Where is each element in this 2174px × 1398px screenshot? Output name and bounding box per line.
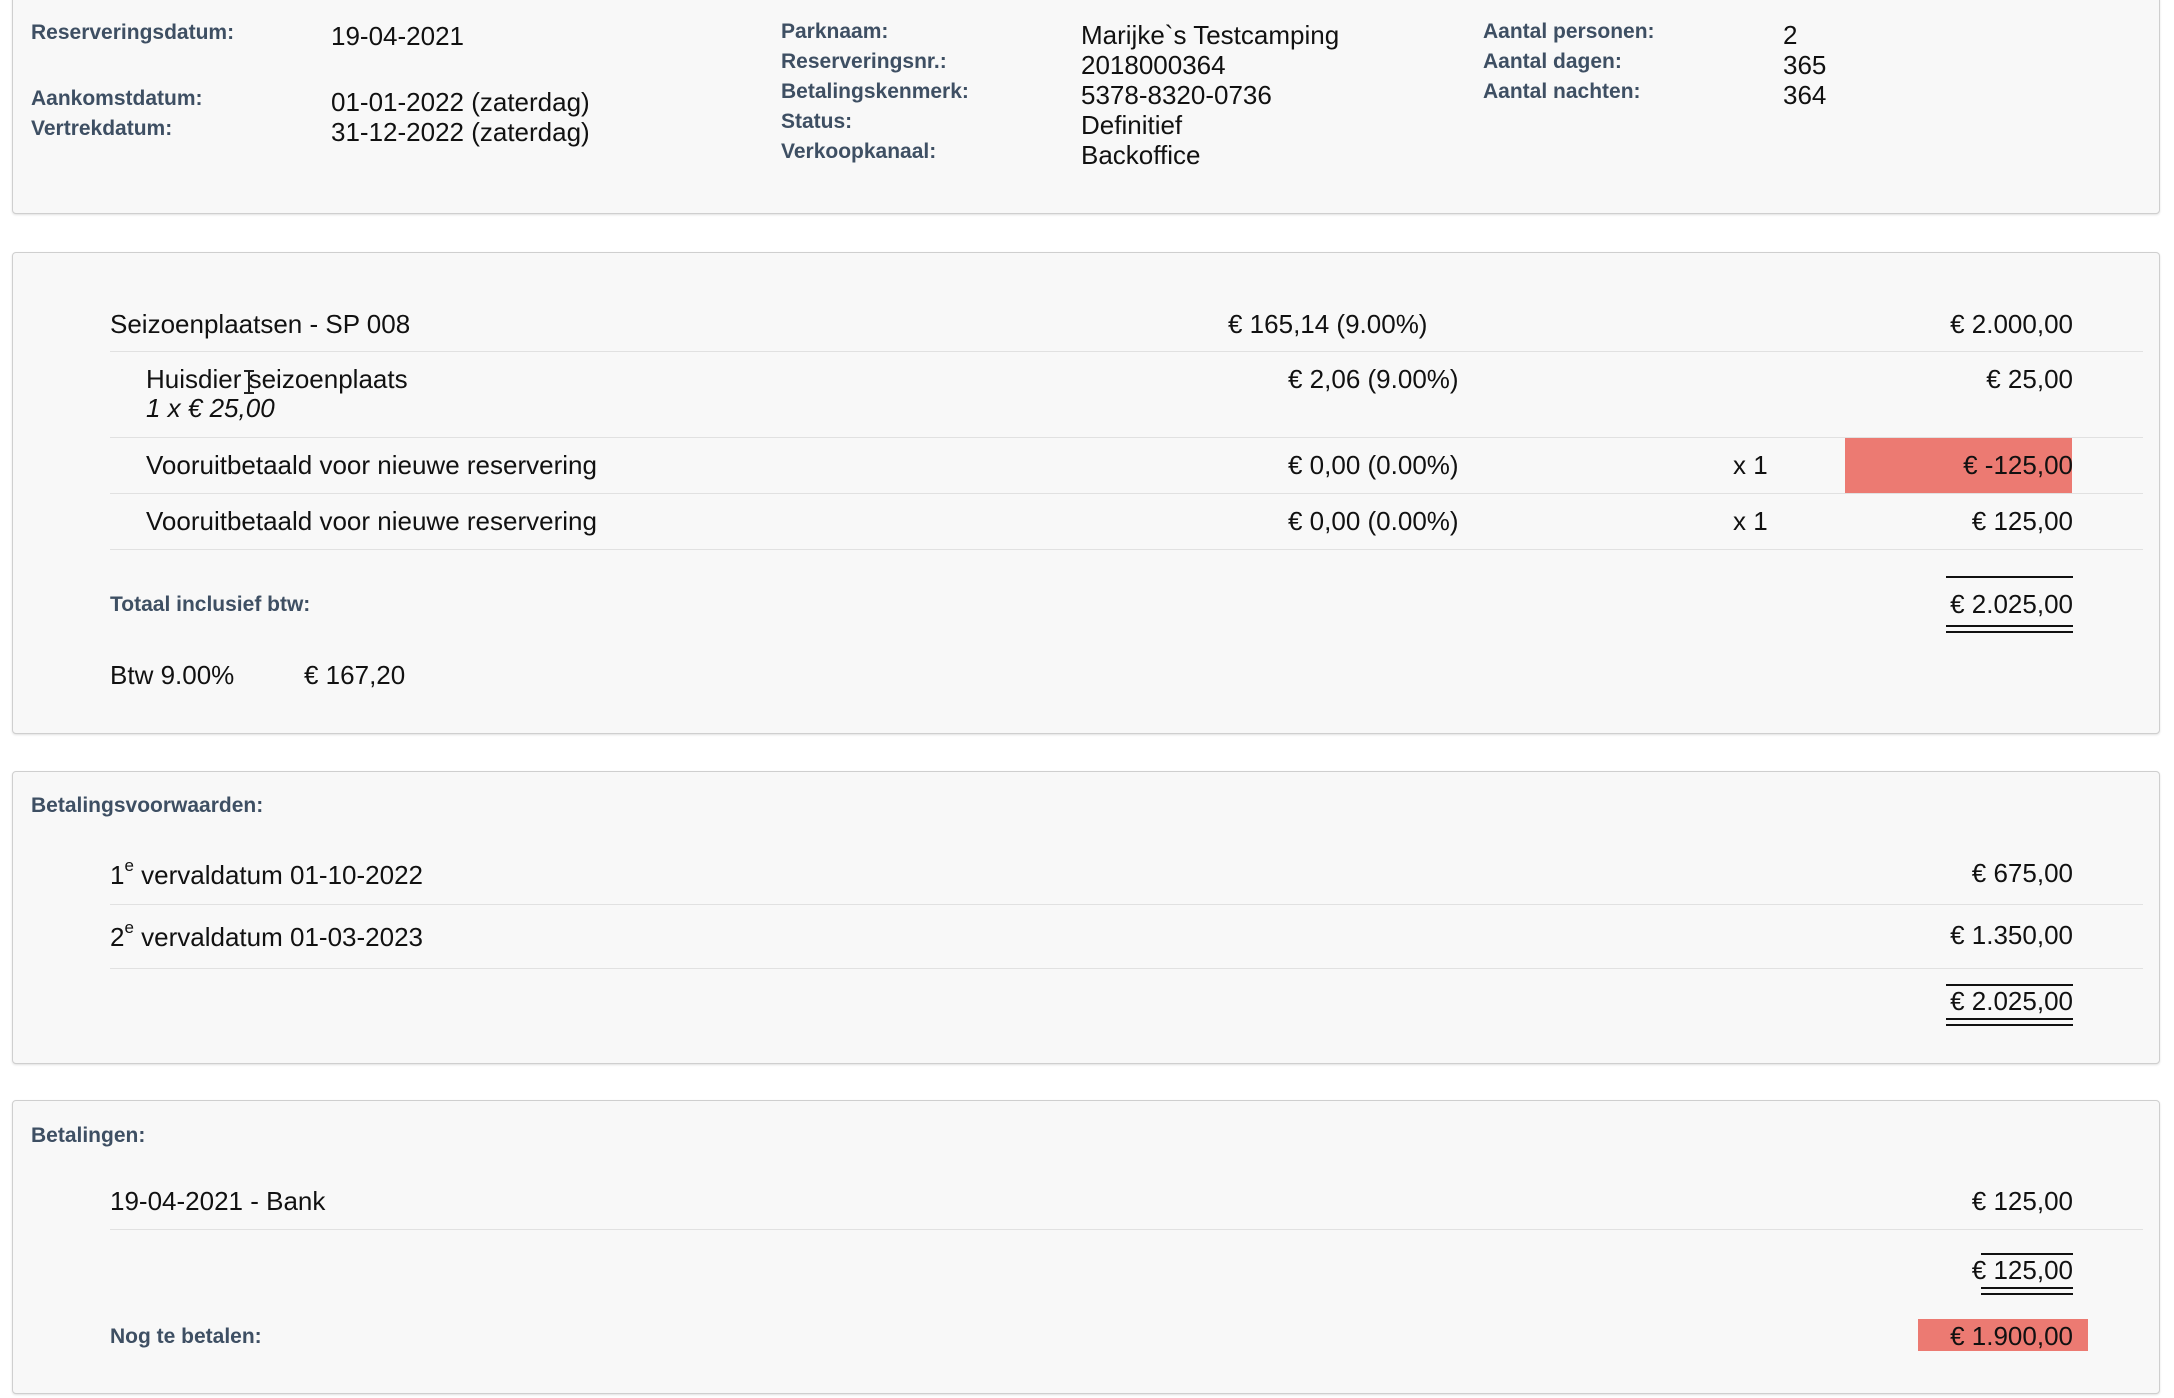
- aantal-nachten-value: 364: [1783, 80, 1827, 110]
- aantal-personen-value: 2: [1783, 20, 1798, 50]
- condition-item-2: 2e vervaldatum 01-03-2023: [110, 918, 423, 952]
- line-items-panel: Seizoenplaatsen - SP 008 € 165,14 (9.00%…: [12, 252, 2160, 734]
- line-item-tax: € 0,00 (0.00%): [1288, 450, 1459, 480]
- aantal-dagen-value: 365: [1783, 50, 1827, 80]
- parknaam-label: Parknaam:: [781, 20, 889, 43]
- payment-conditions-panel: Betalingsvoorwaarden: 1e vervaldatum 01-…: [12, 771, 2160, 1064]
- row-divider: [110, 549, 2143, 550]
- row-divider: [110, 351, 2143, 352]
- payments-total: € 125,00: [1971, 1255, 2073, 1285]
- btw-amount: € 167,20: [304, 660, 406, 690]
- condition-item-1: 1e vervaldatum 01-10-2022: [110, 856, 423, 890]
- reserveringsnr-value: 2018000364: [1081, 50, 1226, 80]
- payments-panel: Betalingen: 19-04-2021 - Bank € 125,00 €…: [12, 1100, 2160, 1394]
- aankomstdatum-label: Aankomstdatum:: [31, 87, 203, 110]
- remaining-amount: € 1.900,00: [1950, 1321, 2073, 1351]
- total-double-rule: [1946, 625, 2073, 633]
- condition-amount-2: € 1.350,00: [1950, 920, 2073, 950]
- remaining-label: Nog te betalen:: [110, 1325, 262, 1348]
- conditions-total: € 2.025,00: [1950, 986, 2073, 1016]
- line-item-amount: € 125,00: [1971, 506, 2073, 536]
- payments-title: Betalingen:: [31, 1124, 146, 1147]
- conditions-title: Betalingsvoorwaarden:: [31, 794, 264, 817]
- line-main-name: Seizoenplaatsen - SP 008: [110, 309, 411, 339]
- conditions-total-double-rule: [1946, 1018, 2073, 1026]
- payment-item: 19-04-2021 - Bank: [110, 1186, 326, 1216]
- row-divider: [110, 493, 2143, 494]
- verkoopkanaal-label: Verkoopkanaal:: [781, 140, 937, 163]
- line-item-sub: 1 x € 25,00: [146, 393, 275, 423]
- aantal-personen-label: Aantal personen:: [1483, 20, 1655, 43]
- total-amount: € 2.025,00: [1950, 589, 2073, 619]
- reserveringsdatum-value: 19-04-2021: [331, 21, 464, 51]
- line-main-amount: € 2.000,00: [1950, 309, 2073, 339]
- status-value: Definitief: [1081, 110, 1183, 140]
- line-item-amount: € -125,00: [1963, 450, 2073, 480]
- row-divider: [110, 437, 2143, 438]
- line-main-tax: € 165,14 (9.00%): [1228, 309, 1428, 339]
- aankomstdatum-value: 01-01-2022 (zaterdag): [331, 87, 590, 117]
- reservation-header-panel: Reserveringsdatum: 19-04-2021 Aankomstda…: [12, 0, 2160, 214]
- reserveringsnr-label: Reserveringsnr.:: [781, 50, 947, 73]
- btw-label: Btw 9.00%: [110, 660, 235, 690]
- betalingskenmerk-label: Betalingskenmerk:: [781, 80, 969, 103]
- text-cursor-icon: [244, 370, 254, 394]
- vertrekdatum-label: Vertrekdatum:: [31, 117, 173, 140]
- payment-amount: € 125,00: [1971, 1186, 2073, 1216]
- line-item-qty: x 1: [1733, 450, 1768, 480]
- row-divider: [110, 1229, 2143, 1230]
- condition-amount-1: € 675,00: [1971, 858, 2073, 888]
- line-item-name: Huisdier seizoenplaats: [146, 364, 408, 394]
- line-item-qty: x 1: [1733, 506, 1768, 536]
- line-item-tax: € 2,06 (9.00%): [1288, 364, 1459, 394]
- status-label: Status:: [781, 110, 853, 133]
- parknaam-value: Marijke`s Testcamping: [1081, 20, 1340, 50]
- vertrekdatum-value: 31-12-2022 (zaterdag): [331, 117, 590, 147]
- line-item-amount: € 25,00: [1986, 364, 2073, 394]
- aantal-nachten-label: Aantal nachten:: [1483, 80, 1641, 103]
- aantal-dagen-label: Aantal dagen:: [1483, 50, 1622, 73]
- row-divider: [110, 904, 2143, 905]
- payments-total-double-rule: [1981, 1287, 2073, 1295]
- row-divider: [110, 968, 2143, 969]
- reserveringsdatum-label: Reserveringsdatum:: [31, 21, 235, 44]
- betalingskenmerk-value: 5378-8320-0736: [1081, 80, 1272, 110]
- line-item-tax: € 0,00 (0.00%): [1288, 506, 1459, 536]
- line-item-name: Vooruitbetaald voor nieuwe reservering: [146, 506, 597, 536]
- total-label: Totaal inclusief btw:: [110, 593, 311, 616]
- line-item-name: Vooruitbetaald voor nieuwe reservering: [146, 450, 597, 480]
- total-top-rule: [1946, 576, 2073, 578]
- verkoopkanaal-value: Backoffice: [1081, 140, 1201, 170]
